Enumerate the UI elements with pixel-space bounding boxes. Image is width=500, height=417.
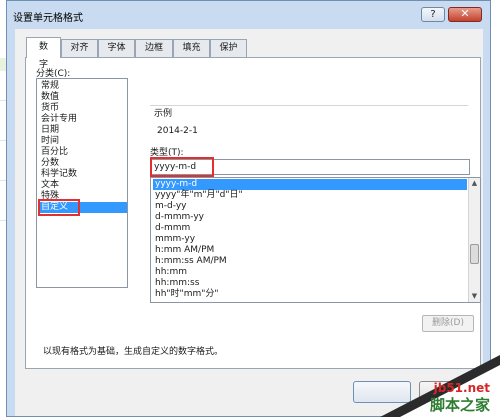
tab-border[interactable]: 边框 xyxy=(135,39,173,57)
tab-alignment[interactable]: 对齐 xyxy=(61,39,98,57)
format-description: 以现有格式为基础，生成自定义的数字格式。 xyxy=(43,347,224,357)
category-item[interactable]: 科学记数 xyxy=(39,169,79,180)
tab-protection[interactable]: 保护 xyxy=(210,39,247,57)
title-bar[interactable]: 设置单元格格式 ? ✕ xyxy=(7,1,490,27)
category-item[interactable]: 特殊 xyxy=(39,191,61,202)
category-item[interactable]: 百分比 xyxy=(39,147,70,158)
type-input[interactable]: yyyy-m-d xyxy=(150,159,470,175)
format-item[interactable]: hh:mm:ss xyxy=(153,278,467,289)
help-button[interactable]: ? xyxy=(421,7,445,22)
type-label: 类型(T): xyxy=(150,148,184,158)
sample-group xyxy=(150,105,468,145)
category-item[interactable]: 文本 xyxy=(39,180,61,191)
format-item[interactable]: h:mm AM/PM xyxy=(153,245,467,256)
number-tab-panel: 分类(C): 常规 数值 货币 会计专用 日期 时间 百分比 分数 科学记数 文… xyxy=(25,57,481,369)
category-list[interactable]: 常规 数值 货币 会计专用 日期 时间 百分比 分数 科学记数 文本 特殊 自定… xyxy=(36,78,128,288)
sample-value: 2014-2-1 xyxy=(157,126,198,136)
tab-font[interactable]: 字体 xyxy=(98,39,135,57)
category-item[interactable]: 时间 xyxy=(39,136,61,147)
tab-fill[interactable]: 填充 xyxy=(173,39,210,57)
close-button[interactable]: ✕ xyxy=(448,7,482,22)
format-item[interactable]: mmm-yy xyxy=(153,234,467,245)
format-list-scrollbar[interactable]: ▲ ▼ xyxy=(468,178,480,302)
delete-button[interactable]: 删除(D) xyxy=(422,315,474,332)
tab-number[interactable]: 数字 xyxy=(26,37,61,70)
format-item[interactable]: d-mmm-yy xyxy=(153,212,467,223)
format-list[interactable]: yyyy-m-d yyyy"年"m"月"d"日" m-d-yy d-mmm-yy… xyxy=(150,177,481,303)
format-item-selected[interactable]: yyyy-m-d xyxy=(153,179,467,190)
format-item[interactable]: hh:mm xyxy=(153,267,467,278)
watermark-domain: jb51.net xyxy=(433,381,490,395)
format-item[interactable]: d-mmm xyxy=(153,223,467,234)
format-item[interactable]: m-d-yy xyxy=(153,201,467,212)
format-item[interactable]: yyyy"年"m"月"d"日" xyxy=(153,190,467,201)
scroll-thumb[interactable] xyxy=(470,244,479,264)
scroll-up-arrow-icon[interactable]: ▲ xyxy=(469,178,480,189)
category-item[interactable]: 分数 xyxy=(39,158,61,169)
sample-label: 示例 xyxy=(154,109,173,119)
category-item-selected[interactable]: 自定义 xyxy=(39,202,127,213)
category-item[interactable]: 会计专用 xyxy=(39,114,79,125)
format-item[interactable]: hh"时"mm"分" xyxy=(153,289,467,300)
watermark-site-name: 脚本之家 xyxy=(429,396,490,414)
category-item[interactable]: 数值 xyxy=(39,92,61,103)
site-watermark: jb51.net 脚本之家 xyxy=(350,355,500,417)
category-item[interactable]: 货币 xyxy=(39,103,61,114)
category-item[interactable]: 日期 xyxy=(39,125,61,136)
category-item[interactable]: 常规 xyxy=(39,81,61,92)
scroll-down-arrow-icon[interactable]: ▼ xyxy=(469,291,480,302)
dialog-title: 设置单元格格式 xyxy=(13,13,83,24)
format-item[interactable]: h:mm:ss AM/PM xyxy=(153,256,467,267)
